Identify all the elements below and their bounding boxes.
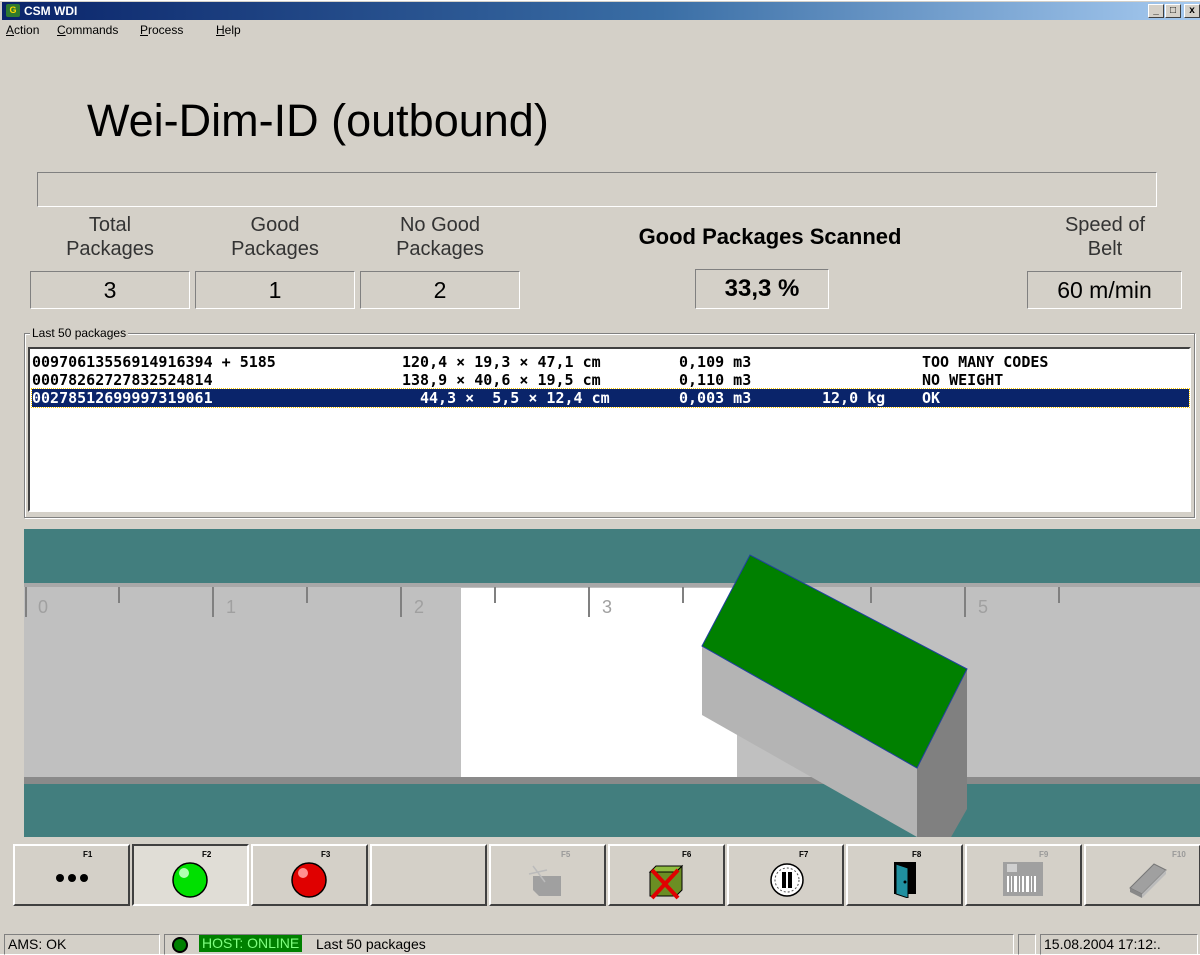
- total-packages-value: 3: [30, 271, 190, 309]
- f1-button[interactable]: F1: [13, 844, 130, 906]
- no-good-packages-value: 2: [360, 271, 520, 309]
- main-window: G CSM WDI _ □ x Action Commands Process …: [0, 0, 1200, 955]
- f6-button[interactable]: F6: [608, 844, 725, 906]
- barcode-icon: [1003, 862, 1043, 896]
- f8-button[interactable]: F8: [846, 844, 963, 906]
- good-packages-value: 1: [195, 271, 355, 309]
- no-good-packages-label: No Good Packages: [396, 214, 484, 260]
- package-volume: 0,110 m3: [679, 371, 752, 389]
- status-datetime: 15.08.2004 17:12:.: [1040, 934, 1198, 955]
- status-message: Last 50 packages: [316, 936, 426, 952]
- list-item[interactable]: 00078262727832524814 138,9 × 40,6 × 19,5…: [32, 371, 1189, 389]
- f5-button[interactable]: F5: [489, 844, 606, 906]
- exit-door-icon: [894, 862, 916, 898]
- menu-bar: Action Commands Process Help: [0, 20, 1200, 40]
- conveyor-view: 0 1 2 3 4 5: [24, 529, 1200, 837]
- belt-speed-label: Speed of Belt: [1064, 214, 1146, 260]
- f9-button[interactable]: F9: [965, 844, 1082, 906]
- host-status: HOST: ONLINE: [199, 935, 303, 952]
- package-dims: 138,9 × 40,6 × 19,5 cm: [402, 371, 601, 389]
- f2-button[interactable]: F2: [132, 844, 249, 906]
- good-scanned-value: 33,3 %: [695, 269, 829, 309]
- package-status: TOO MANY CODES: [922, 353, 1049, 371]
- package-graphic: [701, 554, 968, 837]
- ams-status: AMS: OK: [4, 934, 160, 955]
- reject-box-icon: [648, 864, 684, 900]
- status-bar: AMS: OK HOST: ONLINE Last 50 packages 15…: [0, 931, 1200, 955]
- package-status: NO WEIGHT: [922, 371, 1004, 389]
- menu-action[interactable]: Action: [6, 23, 39, 37]
- maximize-button[interactable]: □: [1165, 4, 1181, 18]
- title-bar[interactable]: G CSM WDI _ □ x: [2, 2, 1200, 20]
- f3-button[interactable]: F3: [251, 844, 368, 906]
- menu-process[interactable]: Process: [140, 23, 183, 37]
- menu-commands[interactable]: Commands: [57, 23, 118, 37]
- total-packages-label: Total Packages: [66, 214, 154, 260]
- host-panel: HOST: ONLINE Last 50 packages: [164, 934, 1014, 955]
- package-dims: 44,3 × 5,5 × 12,4 cm: [420, 389, 610, 407]
- menu-help[interactable]: Help: [216, 23, 241, 37]
- package-status: OK: [922, 389, 941, 407]
- f4-button[interactable]: [370, 844, 487, 906]
- package-dims: 120,4 × 19,3 × 47,1 cm: [402, 353, 601, 371]
- app-icon[interactable]: G: [6, 4, 20, 17]
- book-icon: [1129, 863, 1167, 898]
- green-light-icon: [172, 862, 208, 898]
- package-volume: 0,003 m3: [679, 389, 752, 407]
- red-light-icon: [291, 862, 327, 898]
- page-title: Wei-Dim-ID (outbound): [87, 95, 549, 146]
- good-scanned-label: Good Packages Scanned: [638, 224, 902, 249]
- f10-button[interactable]: F10: [1084, 844, 1200, 906]
- minimize-button[interactable]: _: [1148, 4, 1164, 18]
- function-key-bar: F1 F2 F3 F5 F6 F7 F8 F9 F10: [13, 844, 1200, 906]
- progress-bar: [37, 172, 1157, 207]
- package-list-title: Last 50 packages: [30, 325, 129, 341]
- package-list[interactable]: 00970613556914916394 + 5185 120,4 × 19,3…: [28, 347, 1191, 512]
- scan-box-icon: [528, 865, 561, 896]
- package-code: 00078262727832524814: [32, 371, 213, 389]
- host-led-icon: [172, 937, 188, 953]
- package-weight: 12,0 kg: [822, 389, 886, 407]
- speaker-icon: [770, 863, 804, 897]
- list-item[interactable]: 00970613556914916394 + 5185 120,4 × 19,3…: [32, 353, 1189, 371]
- status-spacer: [1018, 934, 1036, 955]
- window-title: CSM WDI: [24, 4, 78, 18]
- good-packages-label: Good Packages: [231, 214, 319, 260]
- dots-icon: [56, 874, 88, 882]
- package-volume: 0,109 m3: [679, 353, 752, 371]
- belt-speed-value: 60 m/min: [1027, 271, 1182, 309]
- list-item-selected[interactable]: 00278512699997319061 44,3 × 5,5 × 12,4 c…: [31, 388, 1190, 408]
- close-button[interactable]: x: [1184, 4, 1200, 18]
- package-code: 00278512699997319061: [32, 389, 213, 407]
- f7-button[interactable]: F7: [727, 844, 844, 906]
- package-code: 00970613556914916394 + 5185: [32, 353, 276, 371]
